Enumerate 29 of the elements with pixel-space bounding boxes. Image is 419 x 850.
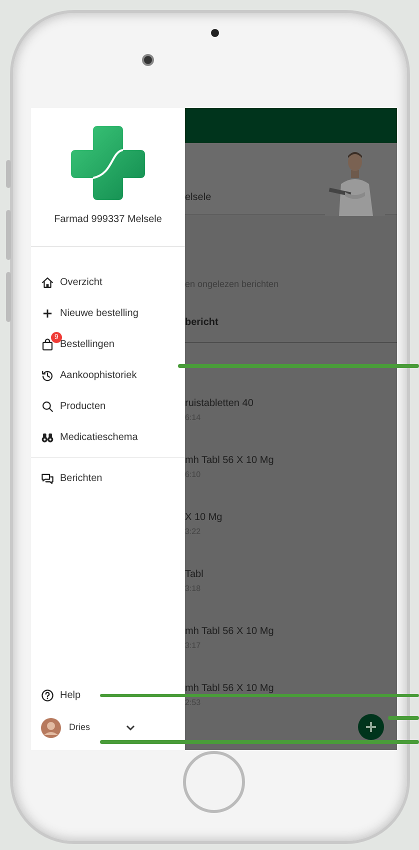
pharmacy-name: Farmad 999337 Melsele: [54, 213, 162, 227]
house-icon: [41, 276, 54, 289]
binoculars-icon: [41, 431, 54, 444]
help-item[interactable]: Help: [31, 680, 185, 711]
message-title: mh Tabl 56 X 10 Mg: [185, 454, 275, 467]
user-menu[interactable]: Dries: [31, 711, 185, 745]
menu-item[interactable]: Medicatieschema: [31, 422, 185, 453]
menu-item[interactable]: Aankoophistoriek: [31, 360, 185, 391]
message-title: X 10 Mg: [185, 511, 224, 524]
menu-item[interactable]: Berichten: [31, 463, 185, 494]
history-icon: [41, 369, 54, 382]
message-title: ruistabletten 40: [185, 397, 254, 410]
message-title: mh Tabl 56 X 10 Mg: [185, 682, 275, 695]
chevron-down-icon: [126, 725, 135, 731]
plus-icon: [366, 722, 376, 732]
add-button[interactable]: [358, 714, 384, 740]
search-icon: [41, 400, 54, 413]
menu-item[interactable]: Overzicht: [31, 267, 185, 298]
message-title: mh Tabl 56 X 10 Mg: [185, 625, 275, 638]
help-icon: [41, 689, 54, 702]
card-text: elsele: [185, 191, 212, 205]
menu-item[interactable]: Nieuwe bestelling: [31, 298, 185, 329]
avatar-icon: [41, 718, 61, 738]
menu-item[interactable]: Producten: [31, 391, 185, 422]
shopping-bag-icon: [41, 338, 54, 351]
plus-icon: [41, 307, 54, 320]
message-title: Tabl: [185, 568, 204, 581]
chat-bubbles-icon: [41, 472, 54, 485]
cross-logo-icon: [71, 126, 145, 200]
